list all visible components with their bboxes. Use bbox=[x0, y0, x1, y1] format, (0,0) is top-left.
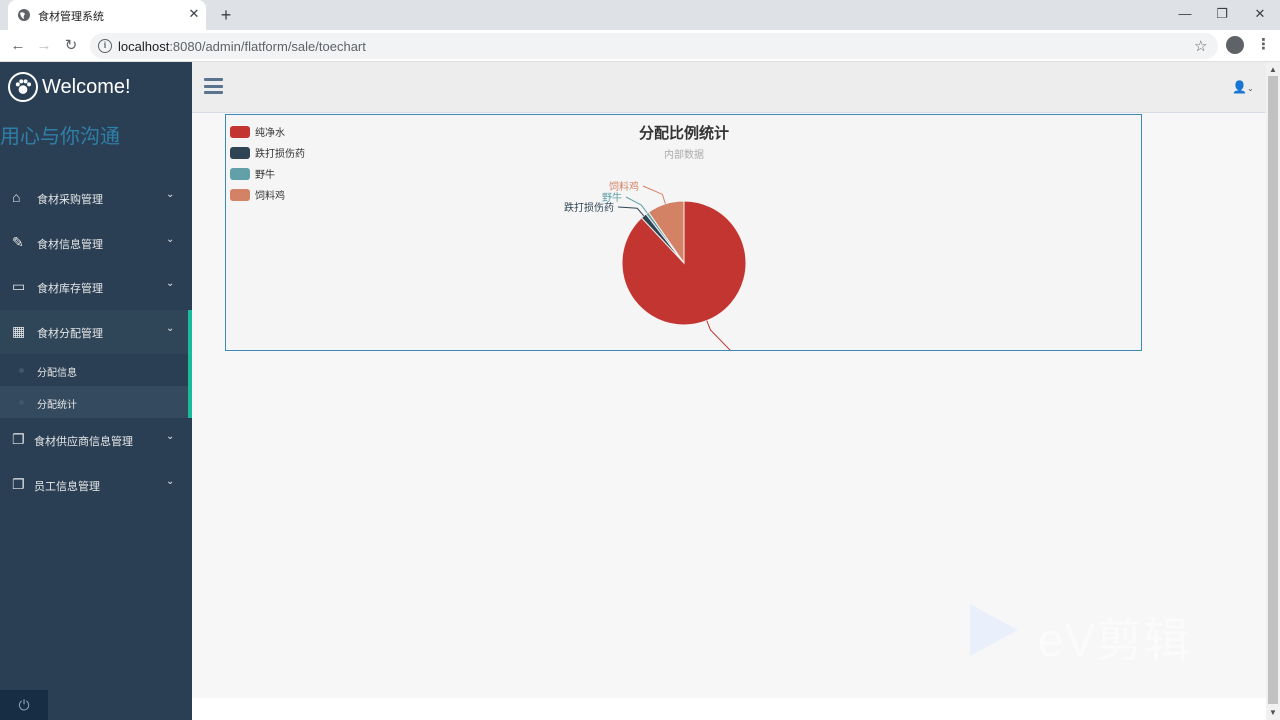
browser-tab[interactable]: 食材管理系统 ✕ bbox=[8, 0, 206, 30]
legend-swatch bbox=[230, 147, 250, 159]
menu-item-supplier[interactable]: ❐ 食材供应商信息管理 ⌄ bbox=[0, 418, 192, 463]
brand[interactable]: Welcome! bbox=[0, 62, 192, 112]
profile-avatar-icon[interactable] bbox=[1226, 36, 1244, 54]
chart-subtitle: 内部数据 bbox=[664, 148, 704, 161]
user-icon: 👤 bbox=[1232, 80, 1247, 94]
play-logo-icon bbox=[970, 604, 1018, 656]
legend-label: 跌打损伤药 bbox=[255, 147, 305, 160]
slice-label: 饲料鸡 bbox=[609, 180, 639, 193]
scroll-thumb[interactable] bbox=[1268, 76, 1278, 704]
scroll-down-arrow[interactable]: ▼ bbox=[1269, 708, 1277, 717]
back-button[interactable]: ← bbox=[7, 35, 29, 57]
brand-title: Welcome! bbox=[42, 76, 131, 98]
submenu-item-label: 分配信息 bbox=[37, 368, 77, 379]
scrollbar[interactable]: ▲ ▼ bbox=[1266, 62, 1280, 720]
submenu-item-distribution-info[interactable]: 分配信息 bbox=[0, 354, 188, 386]
url-text[interactable]: localhost:8080/admin/flatform/sale/toech… bbox=[118, 39, 366, 54]
menu-item-label: 食材供应商信息管理 bbox=[34, 436, 133, 448]
address-bar[interactable]: i localhost:8080/admin/flatform/sale/toe… bbox=[90, 33, 1218, 59]
power-button[interactable]: ⏻ bbox=[0, 690, 48, 720]
desktop-icon: ▭ bbox=[12, 278, 26, 294]
legend-label: 饲料鸡 bbox=[255, 189, 285, 202]
menu-item-staff[interactable]: ❐ 员工信息管理 ⌄ bbox=[0, 463, 192, 508]
bullet-dot bbox=[19, 368, 24, 373]
chevron-down-icon: ⌄ bbox=[166, 189, 175, 200]
chevron-down-icon: ⌄ bbox=[166, 475, 175, 487]
user-dropdown[interactable]: 👤⌄ bbox=[1232, 80, 1254, 94]
forward-button[interactable]: → bbox=[33, 35, 55, 57]
submenu-item-label: 分配统计 bbox=[37, 400, 77, 411]
bullet-dot bbox=[19, 400, 24, 405]
chart-panel: 分配比例统计内部数据纯净水跌打损伤药野牛饲料鸡纯净水跌打损伤药野牛饲料鸡 bbox=[225, 114, 1142, 351]
tab-title: 食材管理系统 bbox=[38, 11, 104, 23]
legend-swatch bbox=[230, 126, 250, 138]
menu-item-label: 食材分配管理 bbox=[37, 327, 103, 340]
label-line bbox=[625, 196, 648, 214]
submenu-item-distribution-stats[interactable]: 分配统计 bbox=[0, 386, 188, 418]
watermark-text: eV剪辑 bbox=[1038, 614, 1191, 666]
menu-item-info[interactable]: ✎ 食材信息管理 ⌄ bbox=[0, 221, 192, 266]
chart-title: 分配比例统计 bbox=[639, 124, 729, 142]
submenu-distribution: 分配信息 分配统计 bbox=[0, 354, 192, 418]
restore-button[interactable]: ❐ bbox=[1207, 4, 1237, 24]
menu-item-inventory[interactable]: ▭ 食材库存管理 ⌄ bbox=[0, 265, 192, 310]
legend-label: 野牛 bbox=[255, 168, 275, 181]
paw-icon bbox=[8, 72, 38, 102]
reload-button[interactable]: ↻ bbox=[60, 35, 82, 57]
globe-icon bbox=[18, 9, 30, 21]
close-tab-icon[interactable]: ✕ bbox=[186, 6, 202, 22]
legend-swatch bbox=[230, 189, 250, 201]
menu-item-label: 食材采购管理 bbox=[37, 194, 103, 206]
chevron-down-icon: ⌄ bbox=[166, 233, 175, 245]
power-icon: ⏻ bbox=[18, 697, 30, 713]
top-nav: 👤⌄ bbox=[192, 62, 1266, 113]
chevron-down-icon: ⌄ bbox=[1246, 84, 1254, 93]
slogan: 用心与你沟通 bbox=[0, 126, 120, 148]
legend-label: 纯净水 bbox=[255, 126, 285, 139]
menu-item-label: 员工信息管理 bbox=[34, 480, 100, 493]
menu-item-purchase[interactable]: ⌂ 食材采购管理 ⌄ bbox=[0, 176, 192, 221]
browser-toolbar: ← → ↻ i localhost:8080/admin/flatform/sa… bbox=[0, 30, 1280, 62]
browser-menu-icon[interactable]: ⋮ bbox=[1256, 35, 1271, 53]
browser-tab-bar: 食材管理系统 ✕ + — ❐ ✕ bbox=[0, 0, 1280, 30]
side-menu: ⌂ 食材采购管理 ⌄ ✎ 食材信息管理 ⌄ ▭ 食材库存管理 ⌄ ▦ 食材分配管… bbox=[0, 176, 192, 507]
label-line bbox=[706, 320, 731, 350]
chevron-down-icon: ⌄ bbox=[166, 322, 175, 334]
bookmark-star-icon[interactable]: ☆ bbox=[1194, 37, 1207, 55]
scroll-up-arrow[interactable]: ▲ bbox=[1269, 65, 1277, 74]
label-line bbox=[617, 206, 645, 217]
hamburger-menu-icon[interactable] bbox=[204, 78, 223, 94]
menu-item-label: 食材库存管理 bbox=[37, 283, 103, 295]
pie-chart: 分配比例统计内部数据纯净水跌打损伤药野牛饲料鸡纯净水跌打损伤药野牛饲料鸡 bbox=[230, 124, 747, 350]
chevron-down-icon: ⌄ bbox=[166, 431, 175, 442]
info-icon[interactable]: i bbox=[98, 39, 112, 53]
copy-icon: ❐ bbox=[12, 475, 25, 492]
minimize-button[interactable]: — bbox=[1170, 4, 1200, 24]
table-icon: ▦ bbox=[12, 322, 26, 339]
sidebar: Welcome! 用心与你沟通 ⌂ 食材采购管理 ⌄ ✎ 食材信息管理 ⌄ ▭ … bbox=[0, 62, 192, 720]
chevron-down-icon: ⌄ bbox=[166, 278, 175, 289]
watermark: eV剪辑 bbox=[968, 600, 1218, 666]
copy-icon: ❐ bbox=[12, 431, 25, 447]
close-window-button[interactable]: ✕ bbox=[1245, 4, 1275, 24]
footer-strip bbox=[192, 698, 1266, 720]
menu-item-distribution[interactable]: ▦ 食材分配管理 ⌄ bbox=[0, 309, 192, 354]
home-icon: ⌂ bbox=[12, 189, 21, 205]
edit-icon: ✎ bbox=[12, 233, 24, 250]
new-tab-button[interactable]: + bbox=[215, 4, 237, 26]
legend-swatch bbox=[230, 168, 250, 180]
label-line bbox=[642, 185, 666, 205]
menu-item-label: 食材信息管理 bbox=[37, 238, 103, 251]
